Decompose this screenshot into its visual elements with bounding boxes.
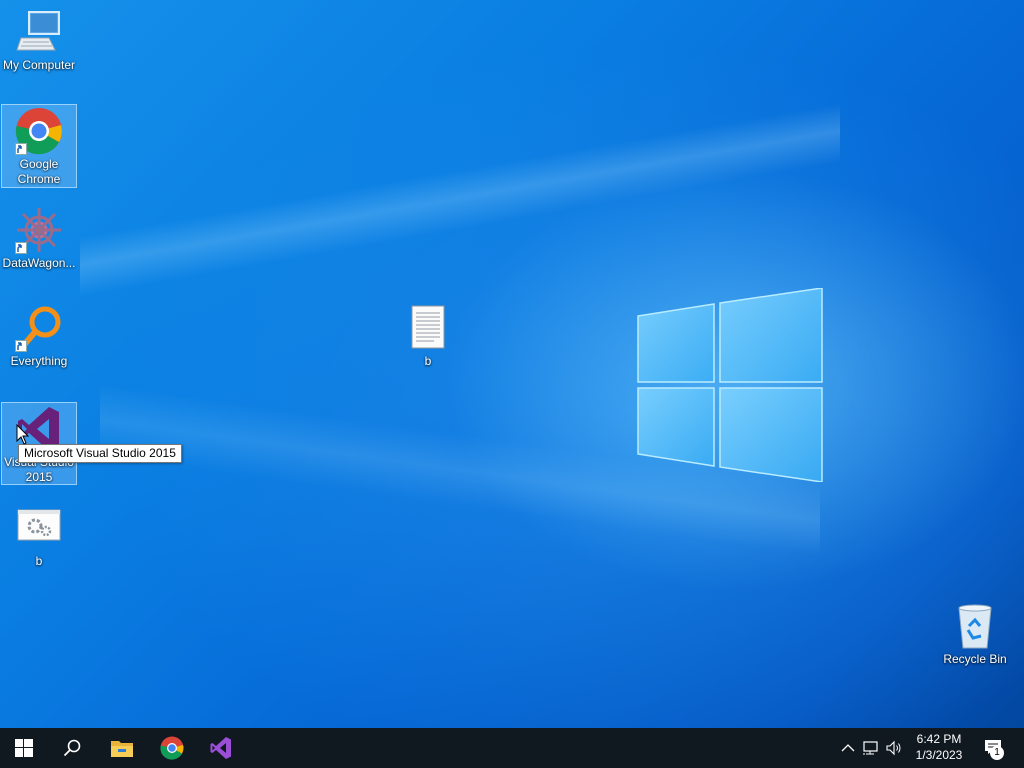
file-explorer-icon [111,741,133,757]
clock-date: 1/3/2023 [915,748,963,762]
icon-label: Google Chrome [17,157,61,186]
recycle-bin-icon [951,602,999,650]
visual-studio-icon [210,737,231,759]
network-icon[interactable] [863,740,879,756]
desktop-icon-datawagon[interactable]: DataWagon... [1,206,77,271]
mouse-pointer-icon [16,424,30,445]
icon-label: My Computer [2,58,76,72]
icon-label: b [424,354,432,368]
taskbar-file-explorer[interactable] [98,728,146,768]
taskbar: 6:42 PM 1/3/2023 [0,728,1024,768]
icon-label: DataWagon... [2,256,76,270]
taskbar-chrome[interactable] [148,728,196,768]
desktop-icon-everything[interactable]: Everything [1,304,77,369]
icon-label: Recycle Bin [943,652,1007,666]
desktop-icon-b-document[interactable]: b [390,304,466,369]
desktop-icon-recycle-bin[interactable]: Recycle Bin [937,602,1013,667]
icon-label: Everything [10,354,68,368]
start-button[interactable] [0,728,48,768]
wallpaper-light-beam [80,60,840,320]
windows-logo-wallpaper [637,288,823,482]
tooltip: Microsoft Visual Studio 2015 [18,444,182,463]
everything-search-icon [15,304,63,352]
desktop-icon-my-computer[interactable]: My Computer [1,8,77,73]
taskbar-visual-studio[interactable] [197,728,245,768]
chrome-icon [15,107,63,155]
desktop[interactable]: My Computer Google Chrome DataWagon... E… [0,0,1024,728]
shortcut-arrow-icon [15,340,27,352]
taskbar-clock[interactable]: 6:42 PM 1/3/2023 [906,731,972,763]
datawagon-icon [15,206,63,254]
icon-label: b [35,554,43,568]
clock-time: 6:42 PM [916,732,962,746]
desktop-icon-google-chrome[interactable]: Google Chrome [1,104,77,188]
volume-icon[interactable] [886,740,902,756]
desktop-icon-b-settings[interactable]: b [1,504,77,569]
chrome-icon [160,736,184,760]
computer-icon [15,8,63,56]
text-document-icon [404,304,452,352]
search-icon [63,739,81,757]
start-icon [15,739,33,757]
search-button[interactable] [48,728,96,768]
settings-file-icon [15,504,63,552]
shortcut-arrow-icon [15,143,27,155]
chevron-up-icon[interactable] [840,740,856,756]
notification-count-badge: 1 [990,746,1004,760]
shortcut-arrow-icon [15,242,27,254]
